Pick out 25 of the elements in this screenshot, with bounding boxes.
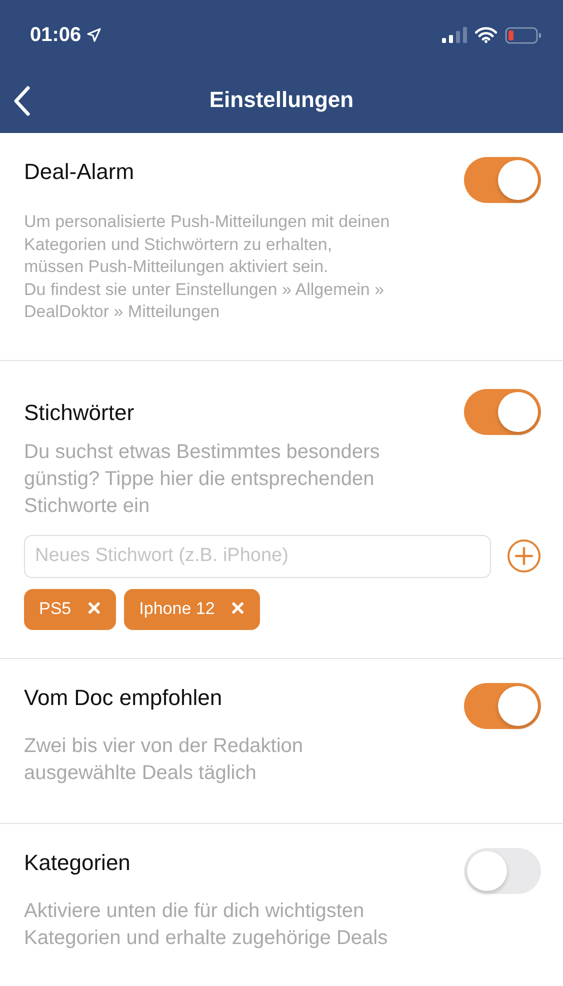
setting-title: Kategorien [24,850,130,876]
location-arrow-icon [87,28,102,42]
tag-label: Iphone 12 [139,599,215,619]
clock-time: 01:06 [30,24,82,46]
setting-description: Du suchst etwas Bestimmtes besonders günstig? Tippe hier die entsprechenden Stichworte ein [24,440,381,518]
toggle-switch[interactable] [464,157,541,203]
setting-title: Deal-Alarm [24,159,134,185]
tag-label: PS5 [39,599,72,619]
setting-description: Um personalisierte Push-Mitteilungen mit deinen Kategorien und Stichwörtern zu erhalten, müssen Push-Mitteilungen aktiviert sein. Du findest sie unter Einstellungen » Allgemein » DealDoktor » Mitteilungen [24,211,391,323]
battery-icon [505,26,541,44]
setting-description: Aktiviere unten die für dich wichtigsten Kategorien und erhalte zugehörige Deals [24,898,389,950]
setting-description: Zwei bis vier von der Redaktion ausgewählte Deals täglich [24,734,304,786]
screen-title: Einstellungen [209,86,354,112]
toggle-switch[interactable] [464,388,541,434]
signal-icon [442,27,467,43]
add-button[interactable] [507,539,541,573]
toggle-switch[interactable] [464,682,541,728]
plus-circle-icon [507,539,541,573]
wifi-icon [475,27,497,43]
remove-tag-button[interactable]: × [87,597,102,621]
keyword-input-field[interactable]: Neues Stichwort (z.B. iPhone) [24,534,491,578]
remove-tag-button[interactable]: × [230,597,245,621]
setting-title: Stichwörter [24,400,134,426]
toggle-switch[interactable] [464,848,541,894]
setting-title: Vom Doc empfohlen [24,684,222,710]
